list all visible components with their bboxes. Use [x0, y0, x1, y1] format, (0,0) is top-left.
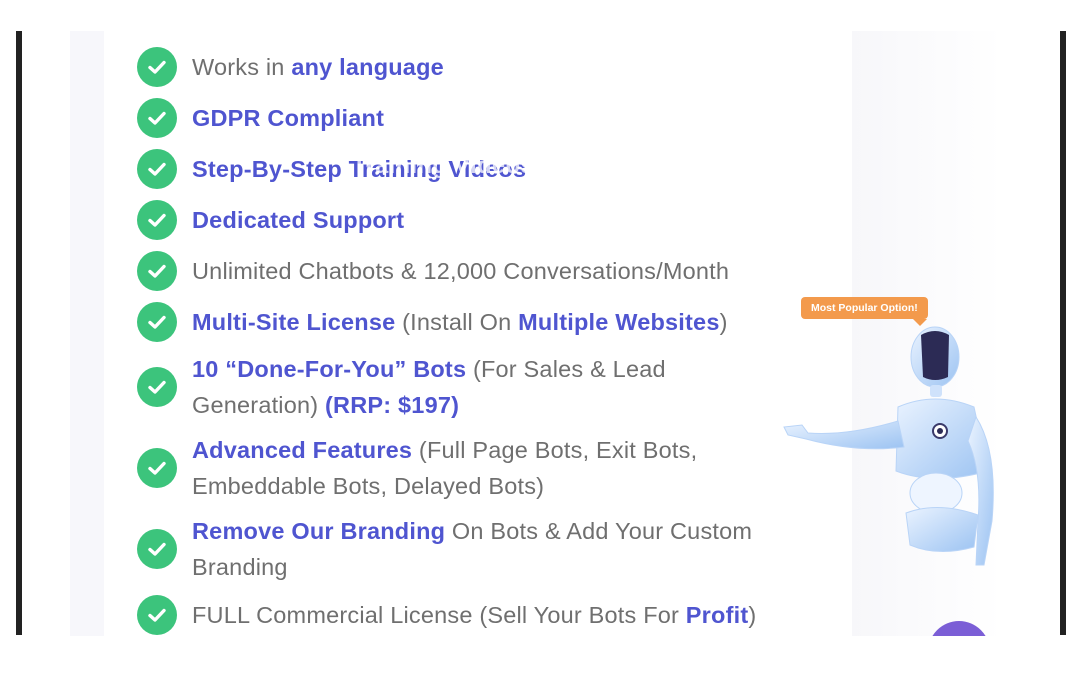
feature-text-plain: Embeddable Bots, Delayed Bots) [192, 473, 545, 499]
feature-text: Unlimited Chatbots & 12,000 Conversation… [192, 253, 729, 289]
watermark-overlay: Training Videos [352, 152, 535, 178]
robot-mascot-icon [783, 326, 994, 566]
feature-text-highlight: Dedicated Support [192, 207, 405, 233]
feature-text-highlight: Advanced Features [192, 437, 413, 463]
feature-item: 10 “Done-For-You” Bots (For Sales & Lead… [137, 351, 666, 423]
feature-text-plain: Generation) [192, 392, 326, 418]
feature-text: Dedicated Support [192, 202, 404, 238]
feature-item: FULL Commercial License (Sell Your Bots … [137, 595, 756, 635]
feature-text-highlight: GDPR Compliant [192, 105, 385, 131]
feature-text-plain: ) [748, 602, 757, 628]
feature-item: Works in any language [137, 47, 444, 87]
feature-text: Works in any language [192, 49, 444, 85]
feature-text: FULL Commercial License (Sell Your Bots … [192, 597, 756, 633]
feature-text-plain: Works in [192, 54, 292, 80]
feature-text-plain: (For Sales & Lead [466, 356, 666, 382]
feature-text-highlight: Multiple Websites [518, 309, 720, 335]
check-circle-icon [137, 367, 177, 407]
feature-text-highlight: (RRP: $197) [325, 392, 460, 418]
feature-text-highlight: Profit [685, 602, 749, 628]
feature-text: Multi-Site License (Install On Multiple … [192, 304, 728, 340]
feature-text-plain: (Full Page Bots, Exit Bots, [412, 437, 698, 463]
feature-text-plain: ) [719, 309, 728, 335]
feature-item: Dedicated Support [137, 200, 404, 240]
check-circle-icon [137, 302, 177, 342]
feature-text-plain: FULL Commercial License (Sell Your Bots … [192, 602, 686, 628]
feature-item: Advanced Features (Full Page Bots, Exit … [137, 432, 697, 504]
feature-item: GDPR Compliant [137, 98, 384, 138]
check-circle-icon [137, 595, 177, 635]
check-circle-icon [137, 251, 177, 291]
check-circle-icon [137, 448, 177, 488]
feature-text: 10 “Done-For-You” Bots (For Sales & Lead… [192, 351, 666, 423]
feature-text: Advanced Features (Full Page Bots, Exit … [192, 432, 697, 504]
feature-text: Remove Our Branding On Bots & Add Your C… [192, 513, 752, 585]
feature-text-highlight: Multi-Site License [192, 309, 396, 335]
check-circle-icon [137, 47, 177, 87]
feature-item: Remove Our Branding On Bots & Add Your C… [137, 513, 752, 585]
feature-text-plain: On Bots & Add Your Custom [445, 518, 753, 544]
feature-text-highlight: any language [291, 54, 444, 80]
feature-text-highlight: 10 “Done-For-You” Bots [192, 356, 467, 382]
page-viewport: Works in any language GDPR Compliant Step-… [22, 31, 1060, 636]
feature-text-highlight: Remove Our Branding [192, 518, 446, 544]
feature-item: Multi-Site License (Install On Multiple … [137, 302, 728, 342]
feature-text-plain: Branding [192, 554, 288, 580]
feature-text-plain: Unlimited Chatbots & 12,000 Conversation… [192, 258, 730, 284]
check-circle-icon [137, 529, 177, 569]
most-popular-badge: Most Popular Option! [801, 297, 928, 326]
check-circle-icon [137, 98, 177, 138]
feature-text: GDPR Compliant [192, 100, 384, 136]
check-circle-icon [137, 200, 177, 240]
check-circle-icon [137, 149, 177, 189]
feature-item: Unlimited Chatbots & 12,000 Conversation… [137, 251, 729, 291]
feature-text-plain: (Install On [395, 309, 519, 335]
